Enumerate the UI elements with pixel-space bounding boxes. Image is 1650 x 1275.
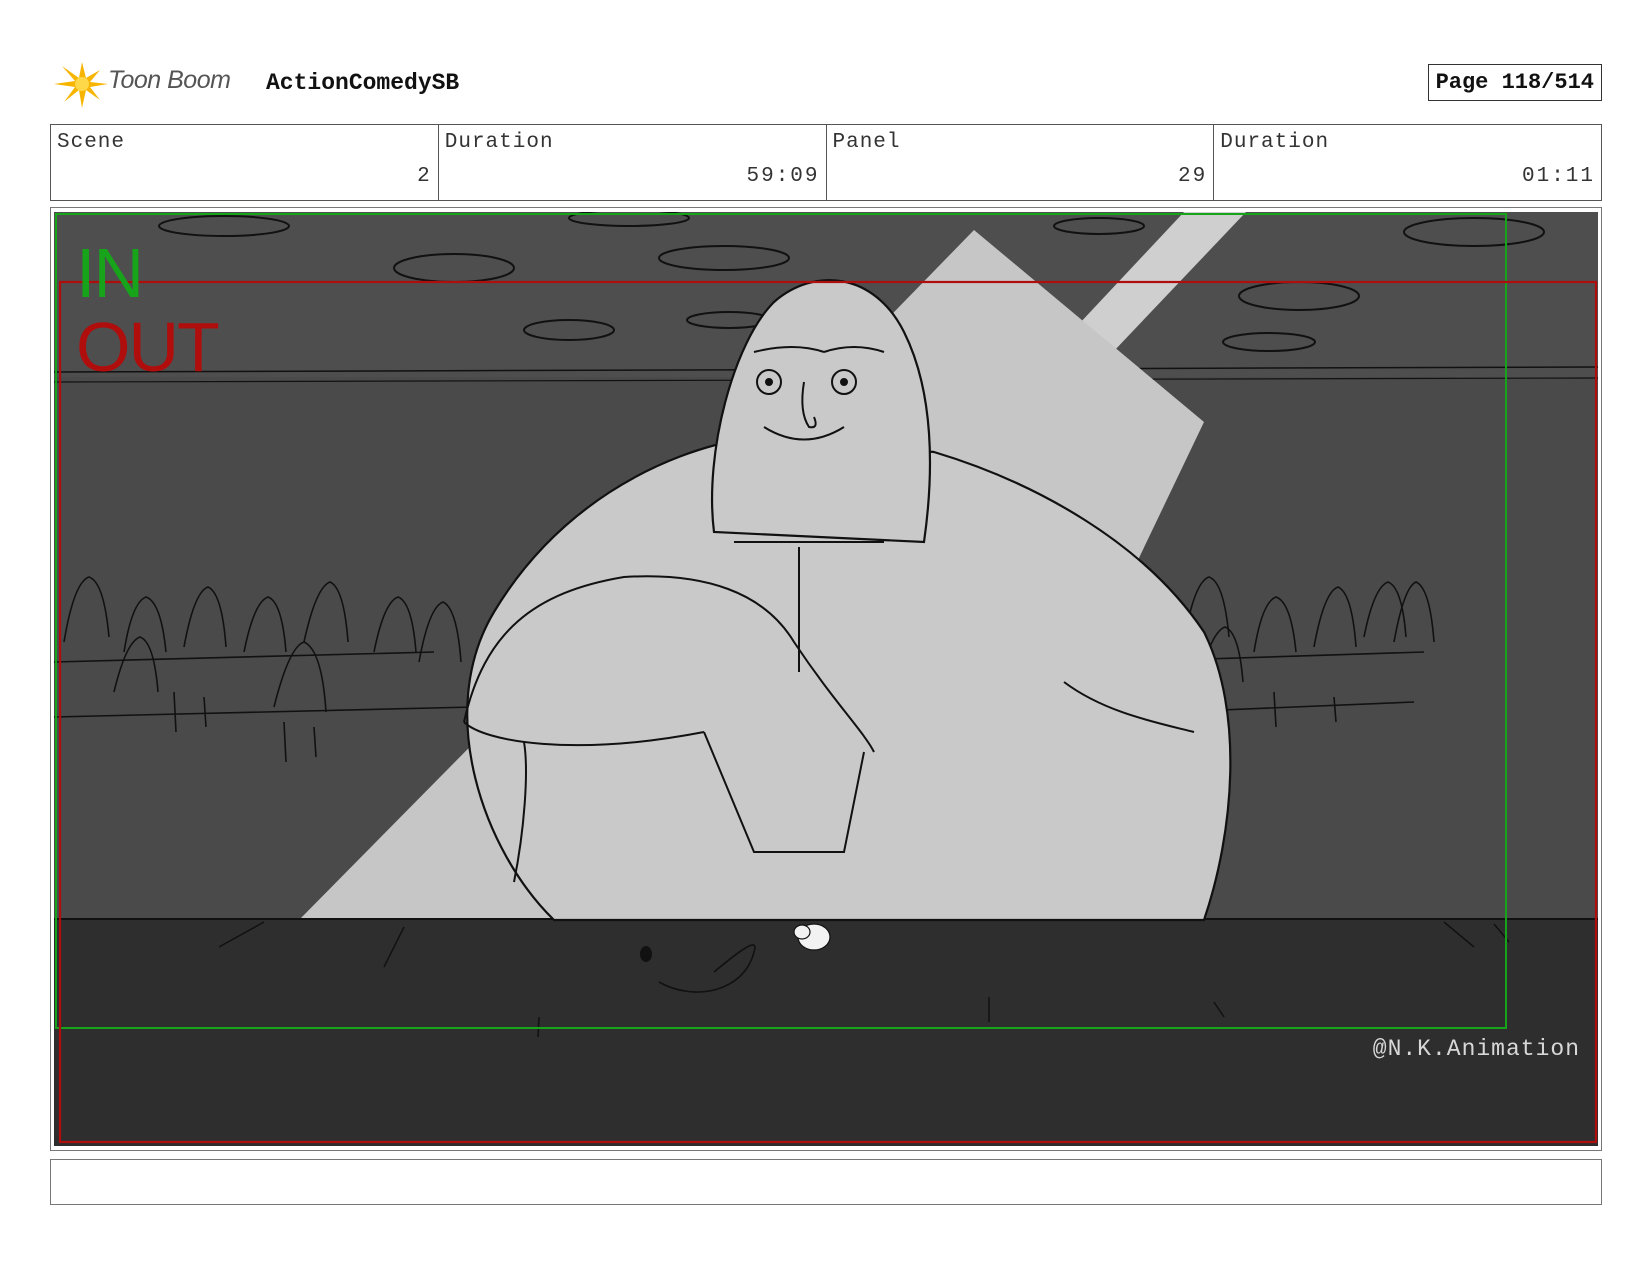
panel-cell: Panel 29 [827, 125, 1215, 200]
in-marker: IN [76, 234, 144, 312]
scene-info-table: Scene 2 Duration 59:09 Panel 29 Duration… [50, 124, 1602, 201]
scene-duration-value: 59:09 [746, 165, 820, 188]
starburst-icon [54, 62, 108, 108]
scene-cell: Scene 2 [51, 125, 439, 200]
table-foreground [54, 919, 1598, 1146]
panel-notes-box [50, 1159, 1602, 1205]
watermark: @N.K.Animation [1372, 1036, 1580, 1062]
panel-label: Panel [832, 131, 901, 154]
scene-duration-label: Duration [444, 131, 554, 154]
fly [640, 946, 652, 962]
toon-boom-logo: Toon Boom [50, 56, 250, 112]
scene-label: Scene [57, 131, 126, 154]
logo-text: Toon Boom [108, 66, 231, 94]
scene-duration-cell: Duration 59:09 [439, 125, 827, 200]
scene-value: 2 [417, 165, 432, 188]
panel-value: 29 [1178, 165, 1208, 188]
storyboard-panel-drawing [54, 212, 1598, 1146]
project-title: ActionComedySB [266, 70, 460, 96]
page-indicator: Page 118/514 [1427, 64, 1602, 101]
page-header: Toon Boom ActionComedySB Page 118/514 [50, 56, 1602, 116]
panel-duration-cell: Duration 01:11 [1214, 125, 1601, 200]
out-marker: OUT [76, 308, 220, 386]
panel-duration-value: 01:11 [1521, 165, 1595, 188]
panel-duration-label: Duration [1220, 131, 1330, 154]
